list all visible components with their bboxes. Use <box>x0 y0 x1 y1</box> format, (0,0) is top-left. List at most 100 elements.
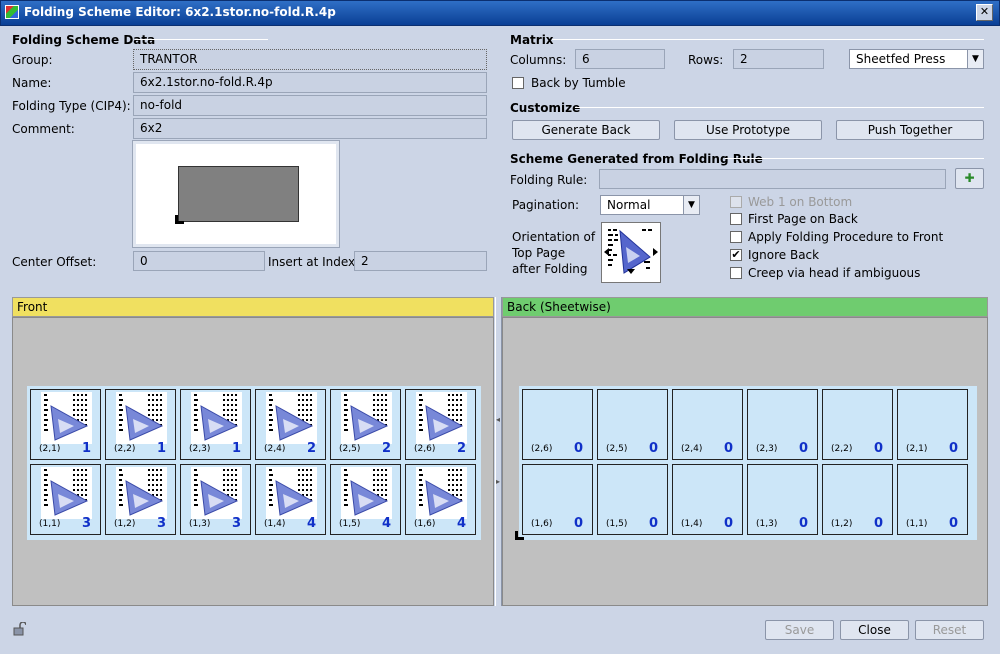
center-offset-field[interactable]: 0 <box>133 251 265 271</box>
cell-page-number: 0 <box>573 516 583 531</box>
cell-page-number: 1 <box>231 441 241 456</box>
insert-at-index-label: Insert at Index <box>268 255 356 269</box>
back-page-cell[interactable]: (1,3) 0 <box>747 464 818 535</box>
option-first-page-back-checkbox[interactable] <box>730 213 742 225</box>
back-panel-title: Back (Sheetwise) <box>507 300 611 314</box>
columns-field[interactable]: 6 <box>575 49 665 69</box>
customize-title: Customize <box>510 101 581 115</box>
option-creep-head-label: Creep via head if ambiguous <box>748 266 921 280</box>
folding-rule-picker-button[interactable]: ✚ <box>955 168 984 189</box>
back-page-cell[interactable]: (1,1) 0 <box>897 464 968 535</box>
back-page-cell[interactable]: (1,5) 0 <box>597 464 668 535</box>
cell-coordinate: (2,5) <box>606 444 628 454</box>
cell-coordinate: (1,1) <box>906 519 928 529</box>
pagination-value: Normal <box>607 198 651 212</box>
pagination-select[interactable]: Normal ▼ <box>600 195 700 215</box>
front-page-cell[interactable]: (1,3) 3 <box>180 464 251 535</box>
columns-label: Columns: <box>510 53 567 67</box>
front-page-cell[interactable]: (1,2) 3 <box>105 464 176 535</box>
page-thumbnail-icon <box>119 394 164 441</box>
close-button[interactable]: Close <box>840 620 909 640</box>
option-apply-folding-front-checkbox[interactable] <box>730 231 742 243</box>
front-page-cell[interactable]: (1,1) 3 <box>30 464 101 535</box>
reset-button[interactable]: Reset <box>915 620 984 640</box>
splitter-left-arrow-icon[interactable]: ◂ <box>496 415 500 424</box>
front-page-cell[interactable]: (2,3) 1 <box>180 389 251 460</box>
back-page-cell[interactable]: (1,6) 0 <box>522 464 593 535</box>
back-page-cell[interactable]: (2,6) 0 <box>522 389 593 460</box>
page-thumbnail <box>266 392 317 444</box>
front-page-cell[interactable]: (2,6) 2 <box>405 389 476 460</box>
back-page-cell[interactable]: (2,4) 0 <box>672 389 743 460</box>
name-field[interactable]: 6x2.1stor.no-fold.R.4p <box>133 72 487 93</box>
panel-splitter[interactable]: ◂ ▸ <box>495 297 502 606</box>
cell-page-number: 0 <box>648 516 658 531</box>
scheme-from-rule-title: Scheme Generated from Folding Rule <box>510 152 763 166</box>
group-field[interactable]: TRANTOR <box>133 49 487 70</box>
option-ignore-back-label: Ignore Back <box>748 248 820 262</box>
window-title: Folding Scheme Editor: 6x2.1stor.no-fold… <box>24 5 336 19</box>
back-panel[interactable]: (2,6) 0 (2,5) 0 (2,4) 0 (2,3) 0 (2,2) 0 (2,1) 0 (1,6… <box>502 317 988 606</box>
page-thumbnail-icon <box>269 469 314 516</box>
cell-page-number: 3 <box>81 516 91 531</box>
unlock-icon[interactable] <box>12 621 27 636</box>
press-type-select[interactable]: Sheetfed Press ▼ <box>849 49 984 69</box>
orientation-label-line1: Orientation of <box>512 230 596 244</box>
cell-coordinate: (2,5) <box>339 444 361 454</box>
cell-coordinate: (2,1) <box>906 444 928 454</box>
back-page-cell[interactable]: (2,3) 0 <box>747 389 818 460</box>
front-panel[interactable]: (2,1) 1 (2,2) 1 (2,3) 1 (2,4) 2 (2,5) 2 (2,6) 2 (1,1… <box>12 317 494 606</box>
cell-coordinate: (2,2) <box>114 444 136 454</box>
orientation-picker[interactable] <box>601 222 661 283</box>
cell-page-number: 4 <box>381 516 391 531</box>
back-page-cell[interactable]: (2,2) 0 <box>822 389 893 460</box>
page-thumbnail <box>341 392 392 444</box>
back-page-cell[interactable]: (1,2) 0 <box>822 464 893 535</box>
cell-page-number: 0 <box>723 516 733 531</box>
page-thumbnail-icon <box>194 469 239 516</box>
front-page-cell[interactable]: (1,4) 4 <box>255 464 326 535</box>
folding-rule-field[interactable] <box>599 169 946 189</box>
folding-rule-label: Folding Rule: <box>510 173 588 187</box>
use-prototype-button[interactable]: Use Prototype <box>674 120 822 140</box>
chevron-down-icon[interactable]: ▼ <box>683 196 699 214</box>
save-button[interactable]: Save <box>765 620 834 640</box>
back-page-cell[interactable]: (1,4) 0 <box>672 464 743 535</box>
option-ignore-back-checkbox[interactable]: ✔ <box>730 249 742 261</box>
folding-scheme-data-title: Folding Scheme Data <box>12 33 156 47</box>
insert-at-index-field[interactable]: 2 <box>354 251 487 271</box>
page-thumbnail <box>266 467 317 519</box>
folding-type-field[interactable]: no-fold <box>133 95 487 116</box>
splitter-right-arrow-icon[interactable]: ▸ <box>496 477 500 486</box>
cell-coordinate: (1,2) <box>831 519 853 529</box>
cell-coordinate: (2,4) <box>681 444 703 454</box>
generate-back-button[interactable]: Generate Back <box>512 120 660 140</box>
front-page-cell[interactable]: (2,5) 2 <box>330 389 401 460</box>
chevron-down-icon[interactable]: ▼ <box>967 50 983 68</box>
front-page-cell[interactable]: (1,6) 4 <box>405 464 476 535</box>
front-page-cell[interactable]: (2,1) 1 <box>30 389 101 460</box>
back-by-tumble-checkbox[interactable] <box>512 77 524 89</box>
cell-page-number: 3 <box>156 516 166 531</box>
front-page-cell[interactable]: (2,2) 1 <box>105 389 176 460</box>
option-creep-head-checkbox[interactable] <box>730 267 742 279</box>
sheet-preview <box>132 140 340 248</box>
comment-field[interactable]: 6x2 <box>133 118 487 139</box>
back-panel-header: Back (Sheetwise) <box>502 297 988 317</box>
front-page-cell[interactable]: (1,5) 4 <box>330 464 401 535</box>
back-page-cell[interactable]: (2,5) 0 <box>597 389 668 460</box>
cell-page-number: 2 <box>381 441 391 456</box>
page-thumbnail-icon <box>194 394 239 441</box>
push-together-button[interactable]: Push Together <box>836 120 984 140</box>
front-page-cell[interactable]: (2,4) 2 <box>255 389 326 460</box>
cell-coordinate: (1,3) <box>189 519 211 529</box>
option-web1-bottom-checkbox[interactable] <box>730 196 742 208</box>
back-page-cell[interactable]: (2,1) 0 <box>897 389 968 460</box>
cell-coordinate: (2,2) <box>831 444 853 454</box>
cell-coordinate: (1,5) <box>606 519 628 529</box>
rows-field[interactable]: 2 <box>733 49 824 69</box>
window-close-button[interactable]: ✕ <box>976 4 993 21</box>
page-thumbnail-icon <box>344 394 389 441</box>
cell-page-number: 0 <box>873 441 883 456</box>
group-label: Group: <box>12 53 53 67</box>
